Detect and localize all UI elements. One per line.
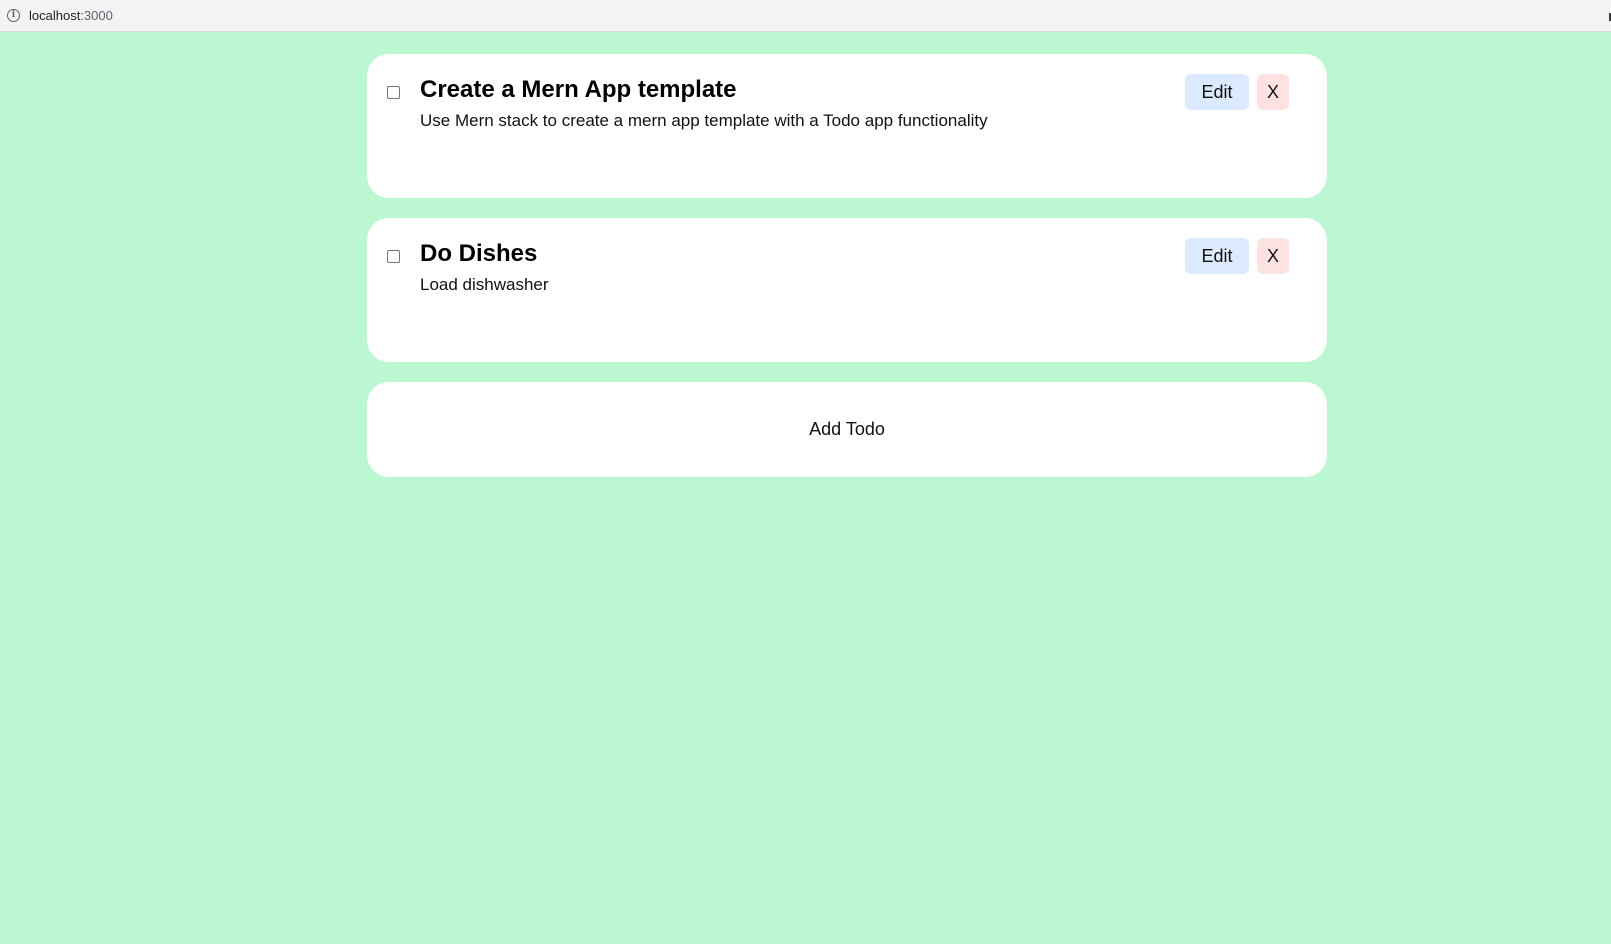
url-host: localhost xyxy=(29,8,81,23)
todo-title: Create a Mern App template xyxy=(420,76,737,103)
edit-button[interactable]: Edit xyxy=(1185,238,1249,274)
todo-complete-checkbox[interactable] xyxy=(387,250,400,263)
url-port: :3000 xyxy=(80,8,113,23)
add-todo-label: Add Todo xyxy=(809,419,885,439)
delete-button[interactable]: X xyxy=(1257,238,1289,274)
todo-description: Load dishwasher xyxy=(420,275,549,294)
delete-button[interactable]: X xyxy=(1257,74,1289,110)
info-icon[interactable]: i xyxy=(7,9,20,22)
add-todo-button[interactable]: Add Todo xyxy=(367,382,1327,477)
edit-button[interactable]: Edit xyxy=(1185,74,1249,110)
todo-complete-checkbox[interactable] xyxy=(387,86,400,99)
browser-address-bar[interactable]: i localhost:3000 xyxy=(0,0,1611,32)
todo-card: Do Dishes Load dishwasher Edit X xyxy=(367,218,1327,362)
url-text[interactable]: localhost:3000 xyxy=(29,8,113,23)
todo-title: Do Dishes xyxy=(420,240,538,267)
todo-description: Use Mern stack to create a mern app temp… xyxy=(420,111,988,130)
todo-card: Create a Mern App template Use Mern stac… xyxy=(367,54,1327,198)
